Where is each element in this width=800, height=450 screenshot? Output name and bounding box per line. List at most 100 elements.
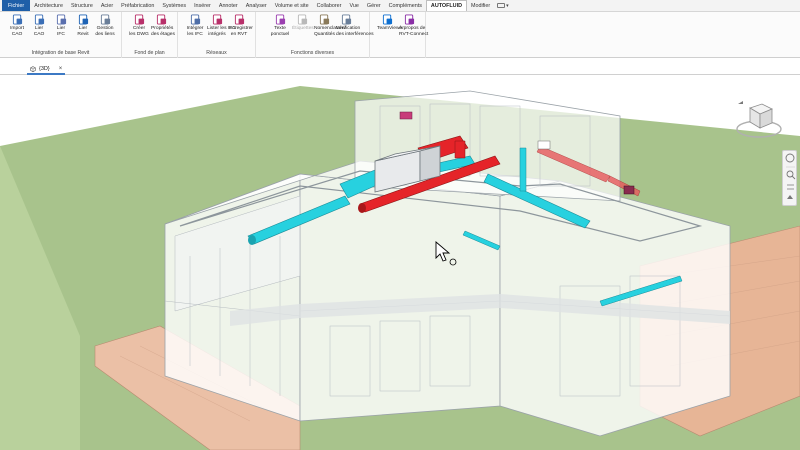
button-label-line2: IFC [57,31,65,37]
building-3d-model[interactable] [0,76,800,450]
tab-gérer[interactable]: Gérer [363,0,385,11]
tab-modifier[interactable]: Modifier [467,0,494,11]
view-tab-label: {3D} [39,65,50,72]
save-rvt-icon [234,14,244,25]
button-label: Propriétés [151,26,174,31]
button-label-line2: des liens [95,31,115,37]
tab-collaborer[interactable]: Collaborer [313,0,346,11]
3d-viewport[interactable] [0,76,800,450]
panel-title: Réseaux [206,50,227,56]
teamviewer-icon [382,14,392,25]
import-cad-icon [12,14,22,25]
tab-architecture[interactable]: Architecture [30,0,67,11]
panel-title: Intégration de base Revit [31,50,90,56]
link-revit-icon [78,14,88,25]
panel-title: Fond de plan [134,50,165,56]
button-label: Lister les IFC [207,26,236,31]
interference-check-icon [341,14,351,25]
ribbon-panel-2: Intégrer les IFC Lister les IFC intégrés Enr… [178,12,256,58]
button-label: Étiquettes [292,26,314,31]
button-label: TeamViewer [377,26,404,31]
tab-préfabrication[interactable]: Préfabrication [117,0,158,11]
view-cube[interactable] [734,98,784,140]
save-rvt-button[interactable]: Enregistrer en RVT [229,14,253,37]
close-icon[interactable]: × [59,66,63,72]
manage-links-button[interactable]: Gestion des liens [95,14,115,37]
button-label-line2: les IFC [187,31,203,37]
about-rvt-connect-icon [404,14,414,25]
tab-systèmes[interactable]: Systèmes [158,0,190,11]
button-label-line2: RVT-Connect [399,31,429,37]
button-label: Enregistrer [229,26,253,31]
schedule-button[interactable]: Nomenclature/Quantités [314,14,346,37]
about-rvt-connect-button[interactable]: À propos de RVT-Connect [399,14,429,37]
floor-properties-button[interactable]: Propriétés des étages [151,14,175,37]
floor-properties-icon [156,14,166,25]
button-label-line2: CAO [11,31,23,37]
link-ifc-button[interactable]: Lier IFC [51,14,71,37]
point-text-icon [275,14,285,25]
button-label: À propos de [399,26,426,31]
revit-window: Fichier Architecture Structure Acier Préfabr… [0,0,800,450]
button-label: Nomenclature/ [314,26,346,31]
button-label-line2: en RVT [230,31,248,37]
tags-icon [297,14,307,25]
tab-vue[interactable]: Vue [345,0,362,11]
button-label-line2: des interférences [336,31,374,37]
interference-check-button[interactable]: Vérification des interférences [336,14,374,37]
button-label-line2: CAO [33,31,45,37]
navigation-bar-icons [785,153,796,199]
link-cad-icon [34,14,44,25]
button-label-line2: intégrés [208,31,226,37]
button-label-line2: les DWG [129,31,149,37]
chevron-down-icon: ▾ [506,2,509,9]
list-ifc-button[interactable]: Lister les IFC intégrés [207,14,236,37]
ribbon-panel-3: Texte ponctuel Étiquettes Nomenclature/Quan… [256,12,374,58]
ribbon-panel-0: Import CAO Lier CAO Lier IFC Lier Revit Gestion d… [0,12,122,58]
pan-icon [787,184,794,190]
chevron-down-icon [787,195,793,199]
link-ifc-icon [56,14,66,25]
3d-view-icon [30,65,36,72]
link-revit-button[interactable]: Lier Revit [73,14,93,37]
panel-toggle[interactable]: ▾ [494,0,512,11]
exhaust-terminal[interactable] [623,185,635,195]
manage-links-icon [100,14,110,25]
button-label: Vérification [336,26,361,31]
ribbon-panel-1: Créer les DWG Propriétés des étages Fond de … [122,12,178,58]
tags-button: Étiquettes [292,14,314,32]
tab-autofluid[interactable]: AUTOFLUID [425,0,467,11]
integrate-ifc-button[interactable]: Intégrer les IFC [185,14,205,37]
tab-fichier[interactable]: Fichier [2,0,31,11]
navigation-bar[interactable] [782,150,797,206]
roof-terminal[interactable] [399,111,413,120]
view-tab-bar: {3D} × [0,64,800,75]
schedule-icon [319,14,329,25]
button-label: Intégrer [186,26,204,31]
ribbon-tab-strip: Fichier Architecture Structure Acier Préfabr… [0,0,800,12]
ribbon: Import CAO Lier CAO Lier IFC Lier Revit Gestion d… [0,12,800,58]
create-dwg-button[interactable]: Créer les DWG [129,14,149,37]
button-label-line2: Quantités [314,31,335,37]
tab-volume-et-site[interactable]: Volume et site [271,0,313,11]
ribbon-panel-4: TeamViewer À propos de RVT-Connect [370,12,429,58]
view-tab-3d[interactable]: {3D} × [27,64,66,75]
button-label-line2: ponctuel [270,31,290,37]
tab-analyser[interactable]: Analyser [242,0,271,11]
tab-compléments[interactable]: Compléments [385,0,426,11]
tab-structure[interactable]: Structure [67,0,97,11]
point-text-button[interactable]: Texte ponctuel [270,14,290,37]
create-dwg-icon [134,14,144,25]
tab-annoter[interactable]: Annoter [215,0,242,11]
link-cad-button[interactable]: Lier CAO [29,14,49,37]
home-icon [738,101,743,104]
panel-toggle-icon [497,3,506,8]
tab-acier[interactable]: Acier [97,0,117,11]
integrate-ifc-icon [190,14,200,25]
import-cad-button[interactable]: Import CAO [7,14,27,37]
duct-fitting[interactable] [537,140,551,150]
tab-insérer[interactable]: Insérer [190,0,215,11]
button-label: Gestion [96,26,114,31]
list-ifc-icon [212,14,222,25]
teamviewer-button[interactable]: TeamViewer [377,14,404,32]
